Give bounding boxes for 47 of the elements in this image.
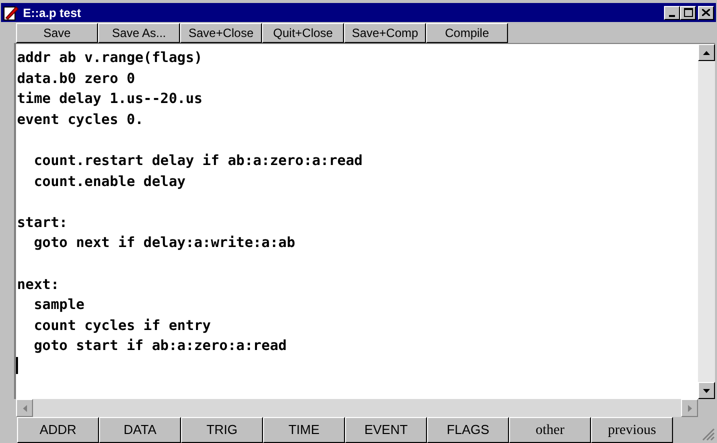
minimize-button[interactable] [664,6,680,20]
section-button[interactable]: other [509,417,591,443]
code-line: count cycles if entry [32,316,212,336]
section-button[interactable]: EVENT [345,417,427,443]
close-button[interactable] [698,6,714,20]
up-arrow-icon [703,50,710,54]
code-line: start: [16,214,69,233]
toolbar-button[interactable]: Save+Comp [344,23,426,43]
section-button[interactable]: ADDR [17,417,99,443]
code-editor[interactable] [16,44,698,399]
code-line: addr ab v.range(flags) [16,49,204,68]
pencil-icon [3,4,19,20]
section-button[interactable]: TIME [263,417,345,443]
section-button[interactable]: previous [591,417,673,443]
left-arrow-icon [22,404,26,412]
text-cursor [16,356,18,374]
section-button[interactable]: TRIG [181,417,263,443]
maximize-button[interactable] [680,6,696,20]
minimize-icon [669,14,675,16]
scroll-down-button[interactable] [698,382,715,399]
horizontal-scrollbar[interactable] [16,399,698,417]
toolbar-button[interactable]: Quit+Close [262,23,344,43]
toolbar-button[interactable]: Save As... [98,23,180,43]
code-line: goto next if delay:a:write:a:ab [32,234,296,254]
code-line: goto start if ab:a:zero:a:read [32,337,288,356]
code-line: next: [16,276,60,295]
toolbar-button[interactable]: Save+Close [180,23,262,43]
resize-grip-icon [702,428,715,441]
window-title: E::a.p test [23,4,82,22]
maximize-icon [684,8,692,17]
code-line: count.enable delay [32,172,187,192]
code-line: event cycles 0. [16,110,144,130]
code-line: sample [32,296,86,316]
section-button[interactable]: FLAGS [427,417,509,443]
toolbar-button[interactable]: Compile [426,23,508,43]
scroll-right-button[interactable] [681,399,698,417]
section-button[interactable]: DATA [99,417,181,443]
code-line: data.b0 zero 0 [16,70,136,89]
down-arrow-icon [703,388,710,392]
code-line: time delay 1.us--20.us [16,90,204,110]
code-line: count.restart delay if ab:a:zero:a:read [32,152,364,171]
close-icon [702,9,710,16]
vertical-scrollbar[interactable] [698,44,715,399]
scroll-up-button[interactable] [698,44,715,61]
right-arrow-icon [688,404,692,412]
toolbar-button[interactable]: Save [16,23,98,43]
scroll-left-button[interactable] [16,399,33,417]
